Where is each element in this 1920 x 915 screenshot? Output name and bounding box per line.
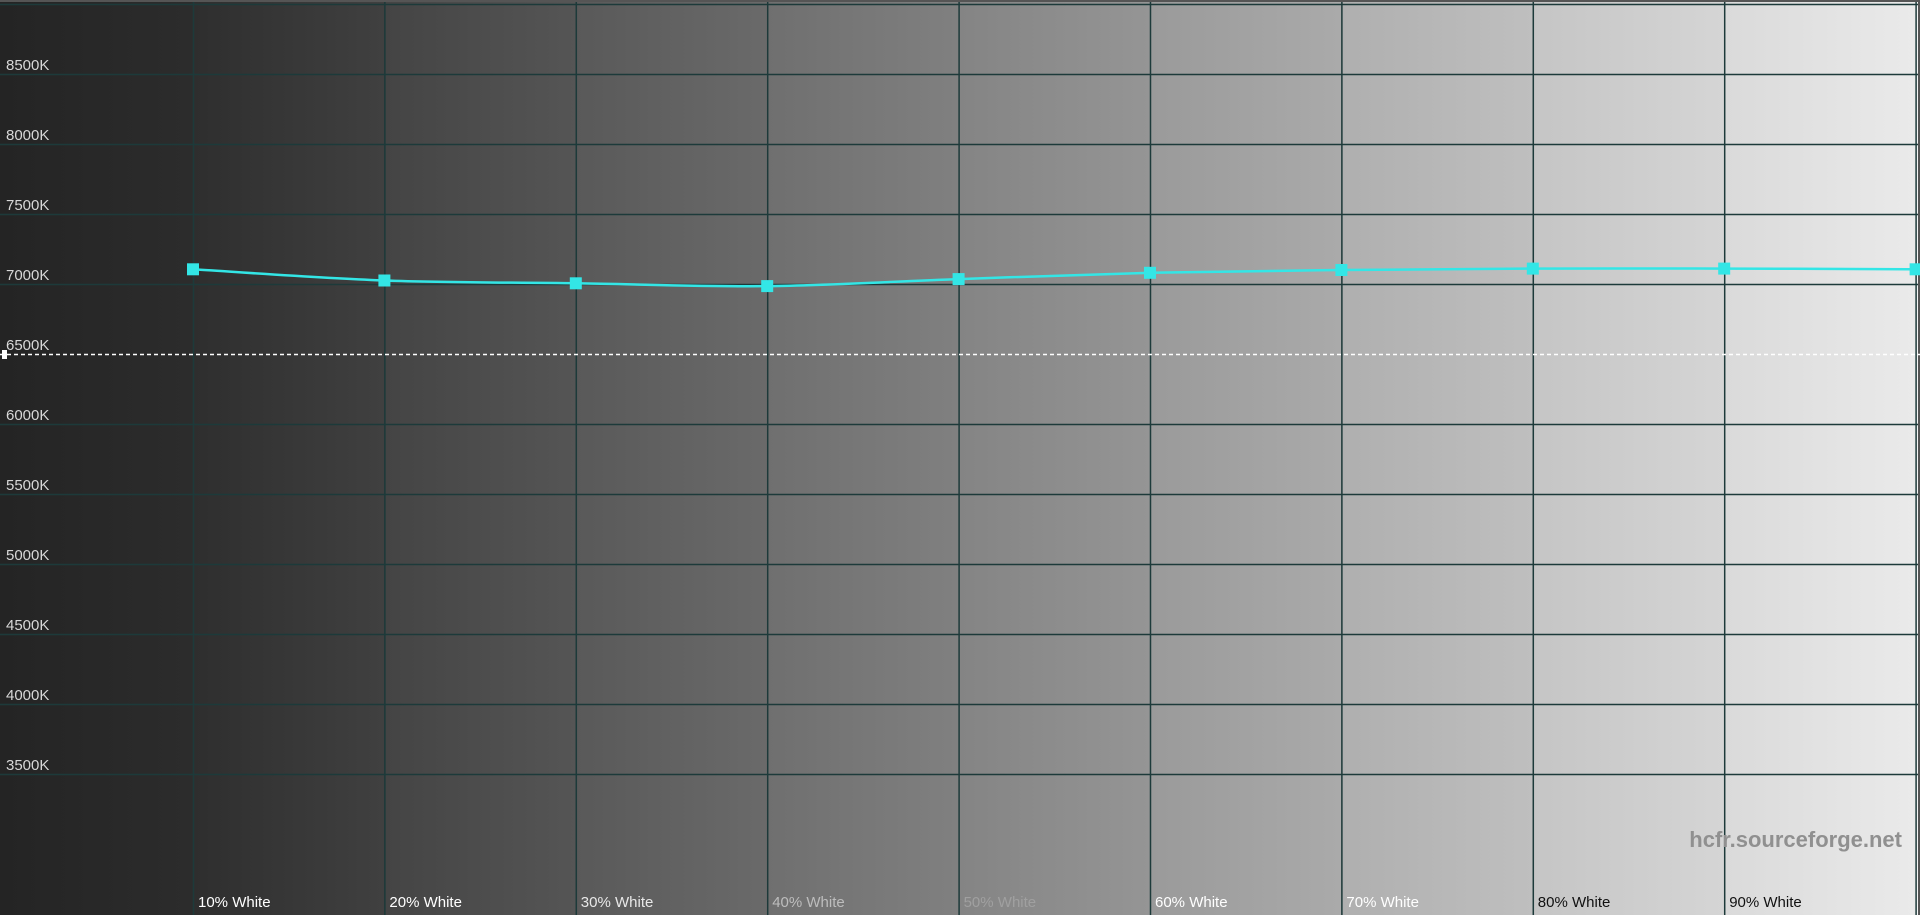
- background-step: [575, 0, 768, 915]
- y-tick-label: 7500K: [6, 197, 49, 214]
- x-axis-ticks: 10% White 20% White 30% White 40% White 50% …: [198, 894, 1802, 911]
- y-tick-label: 9000K: [6, 0, 49, 4]
- y-tick-label: 3500K: [6, 757, 49, 774]
- y-tick-label: 5500K: [6, 477, 49, 494]
- data-point: [1909, 263, 1920, 276]
- y-tick-label: 5000K: [6, 547, 49, 564]
- background-step: [767, 0, 959, 915]
- background-step: [1724, 0, 1916, 915]
- x-tick-label: 40% White: [772, 894, 845, 911]
- x-tick-label: 30% White: [581, 894, 654, 911]
- data-point: [187, 263, 199, 276]
- y-tick-label: 4000K: [6, 687, 49, 704]
- watermark-text: hcfr.sourceforge.net: [1689, 827, 1902, 852]
- x-tick-label: 60% White: [1155, 894, 1228, 911]
- x-tick-label: 50% White: [964, 894, 1037, 911]
- data-point: [1718, 262, 1731, 275]
- background-step: [193, 0, 385, 915]
- background-step: [1532, 0, 1725, 915]
- y-tick-label: 8000K: [6, 127, 49, 144]
- data-point: [761, 280, 774, 293]
- data-point: [378, 274, 391, 287]
- y-tick-label: 4500K: [6, 617, 49, 634]
- background-step: [1150, 0, 1342, 915]
- x-tick-label: 20% White: [389, 894, 462, 911]
- x-tick-label: 10% White: [198, 894, 271, 911]
- data-point: [1144, 266, 1156, 279]
- background-step: [384, 0, 576, 915]
- data-point: [1526, 262, 1539, 275]
- y-tick-label: 6000K: [6, 407, 49, 424]
- data-point: [1335, 264, 1348, 276]
- grayscale-background: [0, 0, 1920, 915]
- y-tick-label: 7000K: [6, 267, 49, 284]
- background-step: [958, 0, 1150, 915]
- background-step: [1341, 0, 1533, 915]
- chart-container: 3500K 4000K 4500K 5000K 5500K 6000K 6500K 7000K…: [0, 0, 1920, 915]
- x-tick-label: 70% White: [1346, 894, 1419, 911]
- color-temperature-chart: 3500K 4000K 4500K 5000K 5500K 6000K 6500K 7000K…: [0, 0, 1920, 915]
- x-tick-label: 90% White: [1729, 894, 1802, 911]
- data-point: [569, 277, 582, 290]
- y-tick-label: 8500K: [6, 57, 49, 74]
- data-point: [952, 273, 965, 286]
- y-tick-label: 6500K: [6, 337, 49, 354]
- x-tick-label: 80% White: [1538, 894, 1611, 911]
